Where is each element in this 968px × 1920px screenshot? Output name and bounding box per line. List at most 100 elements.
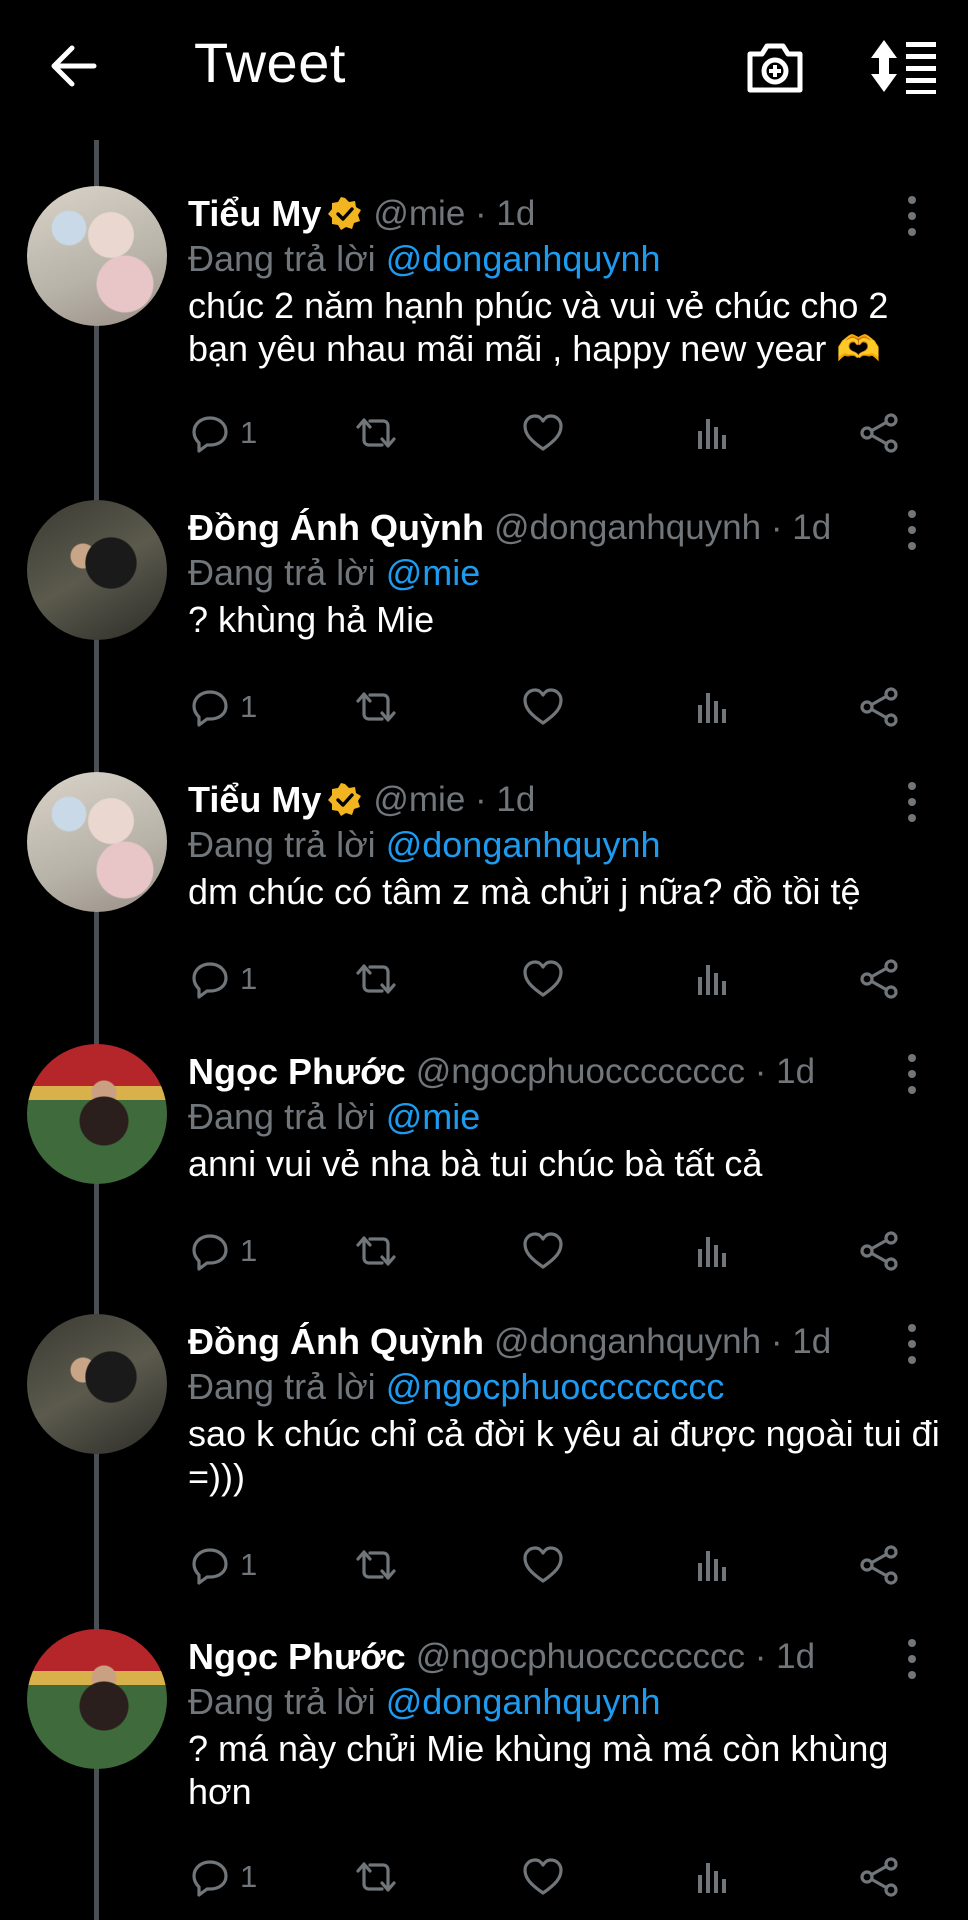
tweet-text: chúc 2 năm hạnh phúc và vui vẻ chúc cho …: [188, 285, 889, 369]
retweet-button[interactable]: [352, 1540, 400, 1590]
share-button[interactable]: [858, 408, 900, 458]
author-row: Tiểu My @mie · 1d: [188, 777, 535, 823]
timestamp: · 1d: [770, 508, 832, 547]
like-button[interactable]: [522, 408, 564, 458]
display-name[interactable]: Đồng Ánh Quỳnh: [188, 1321, 484, 1363]
tweet-actions: 1: [188, 408, 948, 458]
retweet-button[interactable]: [352, 408, 400, 458]
share-button[interactable]: [858, 1540, 900, 1590]
heart-icon: [522, 1231, 564, 1271]
tweet-actions: 1: [188, 682, 948, 732]
retweet-button[interactable]: [352, 954, 400, 1004]
tweet-actions: 1: [188, 1226, 948, 1276]
avatar[interactable]: [27, 1314, 167, 1454]
more-options-icon[interactable]: [896, 778, 928, 826]
verified-badge-icon: [327, 782, 363, 818]
replying-to-handle[interactable]: @ngocphuocccccccc: [386, 1366, 725, 1407]
views-icon: [692, 413, 732, 453]
avatar[interactable]: [27, 1629, 167, 1769]
replying-to-handle[interactable]: @mie: [386, 552, 481, 593]
retweet-icon: [352, 1231, 400, 1271]
reply-count: 1: [240, 1859, 258, 1894]
replying-to: Đang trả lời @donganhquynh: [188, 238, 660, 280]
replying-to: Đang trả lời @ngocphuocccccccc: [188, 1366, 724, 1408]
like-button[interactable]: [522, 1540, 564, 1590]
like-button[interactable]: [522, 954, 564, 1004]
replying-to-label: Đang trả lời: [188, 552, 376, 593]
like-button[interactable]: [522, 1226, 564, 1276]
replying-to: Đang trả lời @donganhquynh: [188, 1681, 660, 1723]
sort-icon[interactable]: [868, 38, 940, 94]
reply-button[interactable]: 1: [190, 1852, 257, 1902]
retweet-button[interactable]: [352, 682, 400, 732]
more-options-icon[interactable]: [896, 506, 928, 554]
timestamp: · 1d: [475, 194, 536, 233]
more-options-icon[interactable]: [896, 1320, 928, 1368]
handle[interactable]: @ngocphuocccccccc: [416, 1637, 745, 1676]
reply-button[interactable]: 1: [190, 408, 257, 458]
views-button[interactable]: [692, 1540, 732, 1590]
display-name[interactable]: Tiểu My: [188, 779, 321, 821]
display-name[interactable]: Ngọc Phước: [188, 1051, 406, 1093]
replying-to-label: Đang trả lời: [188, 1096, 376, 1137]
replying-to-handle[interactable]: @donganhquynh: [386, 238, 661, 279]
reply-count: 1: [240, 415, 258, 450]
reply-icon: [190, 413, 230, 453]
views-button[interactable]: [692, 954, 732, 1004]
display-name[interactable]: Tiểu My: [188, 193, 321, 235]
reply-icon: [190, 1857, 230, 1897]
handle[interactable]: @donganhquynh: [494, 508, 761, 547]
share-button[interactable]: [858, 1852, 900, 1902]
timestamp: · 1d: [754, 1052, 816, 1091]
more-options-icon[interactable]: [896, 1635, 928, 1683]
more-options-icon[interactable]: [896, 192, 928, 240]
tweet-text: anni vui vẻ nha bà tui chúc bà tất cả: [188, 1143, 763, 1184]
display-name[interactable]: Đồng Ánh Quỳnh: [188, 507, 484, 549]
avatar[interactable]: [27, 1044, 167, 1184]
views-icon: [692, 959, 732, 999]
share-icon: [858, 412, 900, 454]
views-icon: [692, 1231, 732, 1271]
timestamp: · 1d: [475, 780, 536, 819]
reply-icon: [190, 1545, 230, 1585]
replying-to-handle[interactable]: @donganhquynh: [386, 824, 661, 865]
back-arrow-icon[interactable]: [46, 36, 106, 96]
reply-count: 1: [240, 1547, 258, 1582]
display-name[interactable]: Ngọc Phước: [188, 1636, 406, 1678]
handle[interactable]: @donganhquynh: [494, 1322, 761, 1361]
avatar[interactable]: [27, 772, 167, 912]
handle[interactable]: @mie: [373, 194, 465, 233]
handle[interactable]: @ngocphuocccccccc: [416, 1052, 745, 1091]
replying-to-handle[interactable]: @donganhquynh: [386, 1681, 661, 1722]
views-icon: [692, 1857, 732, 1897]
like-button[interactable]: [522, 682, 564, 732]
views-button[interactable]: [692, 1852, 732, 1902]
handle[interactable]: @mie: [373, 780, 465, 819]
avatar[interactable]: [27, 186, 167, 326]
share-button[interactable]: [858, 954, 900, 1004]
views-button[interactable]: [692, 682, 732, 732]
reply-button[interactable]: 1: [190, 1226, 257, 1276]
retweet-button[interactable]: [352, 1852, 400, 1902]
replying-to: Đang trả lời @mie: [188, 552, 480, 594]
share-button[interactable]: [858, 682, 900, 732]
share-button[interactable]: [858, 1226, 900, 1276]
camera-plus-icon[interactable]: [742, 34, 808, 100]
share-icon: [858, 1856, 900, 1898]
reply-icon: [190, 959, 230, 999]
like-button[interactable]: [522, 1852, 564, 1902]
author-row: Đồng Ánh Quỳnh @donganhquynh · 1d: [188, 1319, 831, 1365]
more-options-icon[interactable]: [896, 1050, 928, 1098]
reply-button[interactable]: 1: [190, 954, 257, 1004]
views-button[interactable]: [692, 1226, 732, 1276]
replying-to-label: Đang trả lời: [188, 824, 376, 865]
replying-to-handle[interactable]: @mie: [386, 1096, 481, 1137]
replying-to-label: Đang trả lời: [188, 1681, 376, 1722]
retweet-button[interactable]: [352, 1226, 400, 1276]
reply-count: 1: [240, 961, 258, 996]
reply-button[interactable]: 1: [190, 1540, 257, 1590]
views-button[interactable]: [692, 408, 732, 458]
author-row: Ngọc Phước @ngocphuocccccccc · 1d: [188, 1634, 815, 1680]
reply-button[interactable]: 1: [190, 682, 257, 732]
avatar[interactable]: [27, 500, 167, 640]
